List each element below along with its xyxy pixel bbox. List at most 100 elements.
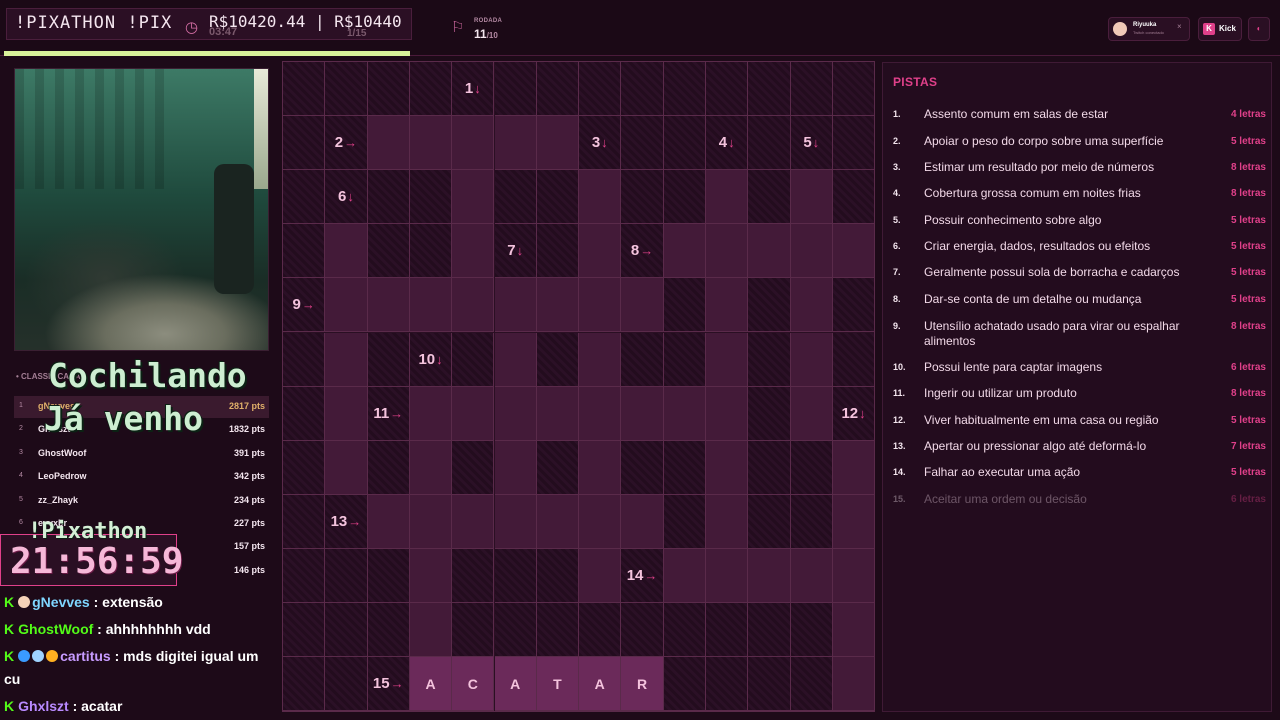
clue-label: 15 →	[368, 657, 409, 710]
grid-cell[interactable]	[579, 548, 622, 603]
grid-cell[interactable]	[579, 224, 622, 279]
wall-posters	[15, 69, 175, 189]
grid-cell[interactable]	[621, 494, 664, 549]
grid-cell[interactable]	[706, 332, 749, 387]
grid-cell[interactable]	[367, 278, 410, 333]
answer-cell[interactable]: T	[536, 657, 580, 712]
grid-cell[interactable]	[325, 224, 368, 279]
grid-cell[interactable]	[706, 494, 749, 549]
grid-cell	[663, 332, 706, 387]
grid-cell[interactable]	[494, 440, 537, 495]
grid-cell	[621, 332, 664, 387]
grid-cell	[283, 548, 326, 603]
chat-username[interactable]: Ghxlszt	[18, 698, 69, 714]
clue-cell: 13 →	[325, 494, 368, 549]
grid-cell[interactable]	[536, 386, 580, 441]
grid-cell[interactable]	[579, 278, 622, 333]
grid-cell[interactable]	[409, 440, 453, 495]
grid-cell[interactable]	[621, 386, 664, 441]
grid-cell[interactable]	[409, 116, 453, 171]
leaderboard-points: 391 pts	[233, 447, 265, 458]
close-icon[interactable]: ×	[1177, 22, 1182, 31]
grid-cell[interactable]	[452, 116, 495, 171]
chat-username[interactable]: cartitus	[60, 648, 111, 664]
grid-cell[interactable]	[325, 386, 368, 441]
answer-cell[interactable]: C	[452, 657, 495, 712]
chat-username[interactable]: gNevves	[32, 594, 90, 610]
grid-cell[interactable]	[494, 494, 537, 549]
grid-cell[interactable]	[409, 278, 453, 333]
clue-cell: 12 ↓	[832, 386, 876, 441]
grid-cell[interactable]	[409, 603, 453, 658]
grid-cell[interactable]	[494, 332, 537, 387]
grid-cell[interactable]	[832, 440, 876, 495]
answer-cell[interactable]: A	[409, 657, 453, 712]
answer-cell[interactable]: R	[621, 657, 664, 712]
grid-cell[interactable]	[367, 116, 410, 171]
grid-cell[interactable]	[409, 548, 453, 603]
grid-cell[interactable]	[790, 386, 833, 441]
grid-cell[interactable]	[790, 548, 833, 603]
chat-username[interactable]: GhostWoof	[18, 621, 93, 637]
answer-cell[interactable]: A	[494, 657, 537, 712]
grid-cell[interactable]	[706, 224, 749, 279]
answer-cell[interactable]: A	[579, 657, 622, 712]
grid-cell[interactable]	[706, 386, 749, 441]
webcam-feed	[14, 68, 269, 351]
theme-toggle-icon[interactable]: ◐	[1248, 17, 1270, 41]
grid-cell[interactable]	[790, 170, 833, 225]
grid-cell[interactable]	[706, 170, 749, 225]
grid-cell[interactable]	[832, 657, 876, 712]
grid-cell[interactable]	[832, 603, 876, 658]
grid-cell[interactable]	[452, 224, 495, 279]
grid-cell[interactable]	[409, 386, 453, 441]
grid-cell[interactable]	[579, 170, 622, 225]
grid-cell[interactable]	[832, 494, 876, 549]
grid-cell[interactable]	[452, 170, 495, 225]
arrow-right-icon: →	[348, 513, 362, 529]
grid-cell[interactable]	[663, 386, 706, 441]
grid-cell[interactable]	[748, 548, 791, 603]
kick-button[interactable]: K Kick	[1198, 17, 1242, 41]
grid-cell[interactable]	[452, 494, 495, 549]
grid-cell[interactable]	[706, 440, 749, 495]
grid-cell[interactable]	[790, 278, 833, 333]
grid-cell[interactable]	[494, 278, 537, 333]
grid-cell[interactable]	[790, 332, 833, 387]
grid-cell[interactable]	[706, 548, 749, 603]
grid-cell[interactable]	[325, 278, 368, 333]
grid-cell[interactable]	[409, 494, 453, 549]
grid-cell	[325, 62, 368, 117]
grid-cell[interactable]	[790, 224, 833, 279]
grid-cell	[621, 116, 664, 171]
grid-cell[interactable]	[832, 224, 876, 279]
grid-cell[interactable]	[367, 494, 410, 549]
grid-cell[interactable]	[663, 224, 706, 279]
grid-cell[interactable]	[325, 332, 368, 387]
grid-cell	[536, 224, 580, 279]
chat-message: K GhostWoof : ahhhhhhhh vdd	[4, 618, 276, 641]
grid-cell	[283, 224, 326, 279]
grid-cell[interactable]	[536, 494, 580, 549]
grid-cell[interactable]	[536, 278, 580, 333]
grid-cell[interactable]	[579, 494, 622, 549]
grid-cell[interactable]	[579, 440, 622, 495]
grid-cell[interactable]	[832, 548, 876, 603]
grid-cell[interactable]	[621, 278, 664, 333]
arrow-right-icon: →	[390, 405, 404, 421]
grid-cell[interactable]	[579, 386, 622, 441]
user-chip[interactable]: Riyuuka Twitch conectado ×	[1108, 17, 1190, 41]
grid-cell[interactable]	[494, 386, 537, 441]
grid-cell[interactable]	[663, 548, 706, 603]
grid-cell[interactable]	[748, 224, 791, 279]
grid-cell[interactable]	[536, 116, 580, 171]
grid-cell[interactable]	[494, 116, 537, 171]
arrow-right-icon: →	[644, 567, 658, 583]
clue-number: 13	[330, 512, 348, 530]
grid-cell[interactable]	[452, 386, 495, 441]
grid-cell[interactable]	[579, 332, 622, 387]
grid-cell[interactable]	[325, 440, 368, 495]
grid-cell[interactable]	[452, 278, 495, 333]
grid-cell[interactable]	[706, 278, 749, 333]
grid-cell	[663, 657, 706, 712]
